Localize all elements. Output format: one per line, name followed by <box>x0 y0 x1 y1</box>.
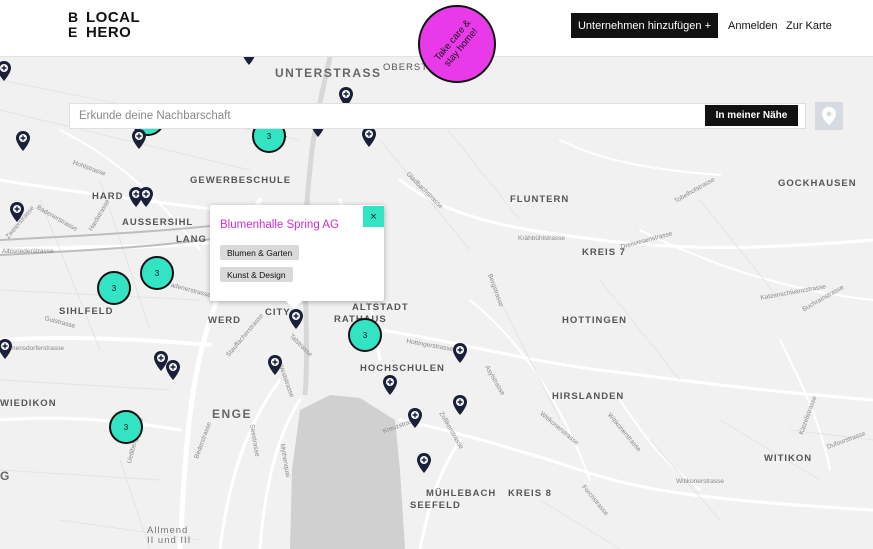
district-label: MÜHLEBACH <box>426 488 497 499</box>
map-pin-icon[interactable] <box>10 202 24 222</box>
map-pin-icon[interactable] <box>383 375 397 395</box>
marker-cluster[interactable]: 3 <box>109 410 143 444</box>
logo-wordmark: LOCAL HERO <box>86 9 141 41</box>
page: B E LOCAL HERO Unternehmen hinzufügen + … <box>0 0 873 549</box>
district-label: WIEDIKON <box>0 398 57 409</box>
map-pin-icon[interactable] <box>166 360 180 380</box>
district-label: HOTTINGEN <box>562 315 627 326</box>
map-pin-icon[interactable] <box>362 127 376 147</box>
district-label: FLUNTERN <box>510 194 570 205</box>
map-pin-icon[interactable] <box>408 408 422 428</box>
marker-cluster[interactable]: 3 <box>140 256 174 290</box>
street-label: rmensdorferstrasse <box>8 345 64 352</box>
map-pin-icon[interactable] <box>16 131 30 151</box>
map-pin-icon[interactable] <box>453 343 467 363</box>
map[interactable]: UNTERSTRASS OBERSTRASS GEWERBESCHULE HAR… <box>0 45 873 549</box>
district-label: ALTSTADT <box>352 302 409 313</box>
belocalhero-logo[interactable]: B E LOCAL HERO <box>68 10 158 42</box>
street-label: Krähbühlstrasse <box>518 235 565 242</box>
map-pin-icon[interactable] <box>0 339 12 359</box>
map-pin-icon[interactable] <box>132 129 146 149</box>
map-pin-icon[interactable] <box>139 187 153 207</box>
marker-cluster[interactable]: 3 <box>97 271 131 305</box>
lake-zurich <box>290 395 405 549</box>
district-label: HOCHSCHULEN <box>360 363 445 374</box>
district-label: WERD <box>208 315 242 326</box>
district-label: KREIS 7 <box>582 247 626 258</box>
search-input[interactable] <box>70 104 700 128</box>
district-label: ENGE <box>212 407 253 421</box>
map-link[interactable]: Zur Karte <box>786 20 832 32</box>
street-label: Albisriederstrasse <box>2 248 54 255</box>
street-label: Witikonerstrasse <box>676 478 725 485</box>
district-label: GEWERBESCHULE <box>190 175 292 186</box>
location-pin-icon <box>822 107 836 125</box>
district-label: KREIS 8 <box>508 488 552 499</box>
logo-be: B E <box>68 9 78 40</box>
district-label: UNTERSTRASS <box>275 66 382 80</box>
district-label: WITIKON <box>764 453 813 464</box>
business-popup: Blumenhalle Spring AG × Blumen & Garten … <box>210 205 384 309</box>
district-label: G <box>0 469 11 483</box>
popup-close-button[interactable]: × <box>363 206 384 227</box>
map-pin-icon[interactable] <box>268 355 282 375</box>
district-label: SIHLFELD <box>59 306 114 317</box>
district-label: AUSSERSIHL <box>122 217 194 228</box>
district-label: II und III <box>147 535 192 546</box>
map-roads <box>0 57 873 549</box>
district-label: SEEFELD <box>410 500 461 511</box>
map-pin-icon[interactable] <box>0 61 11 81</box>
nearby-button[interactable]: In meiner Nähe <box>705 105 798 126</box>
locate-button[interactable] <box>815 102 843 130</box>
popup-title[interactable]: Blumenhalle Spring AG <box>220 219 339 231</box>
map-pin-icon[interactable] <box>453 395 467 415</box>
district-label: HIRSLANDEN <box>552 391 625 402</box>
category-tag[interactable]: Blumen & Garten <box>220 245 300 260</box>
login-link[interactable]: Anmelden <box>728 20 778 32</box>
district-label: GOCKHAUSEN <box>778 178 857 189</box>
marker-cluster[interactable]: 3 <box>348 318 382 352</box>
district-label: LANG <box>176 234 207 245</box>
category-tag[interactable]: Kunst & Design <box>220 267 293 282</box>
add-company-button[interactable]: Unternehmen hinzufügen + <box>571 13 718 38</box>
stay-home-badge: Take care & stay home! <box>418 5 496 83</box>
map-pin-icon[interactable] <box>417 453 431 473</box>
map-pin-icon[interactable] <box>289 309 303 329</box>
search-bar <box>69 103 806 129</box>
